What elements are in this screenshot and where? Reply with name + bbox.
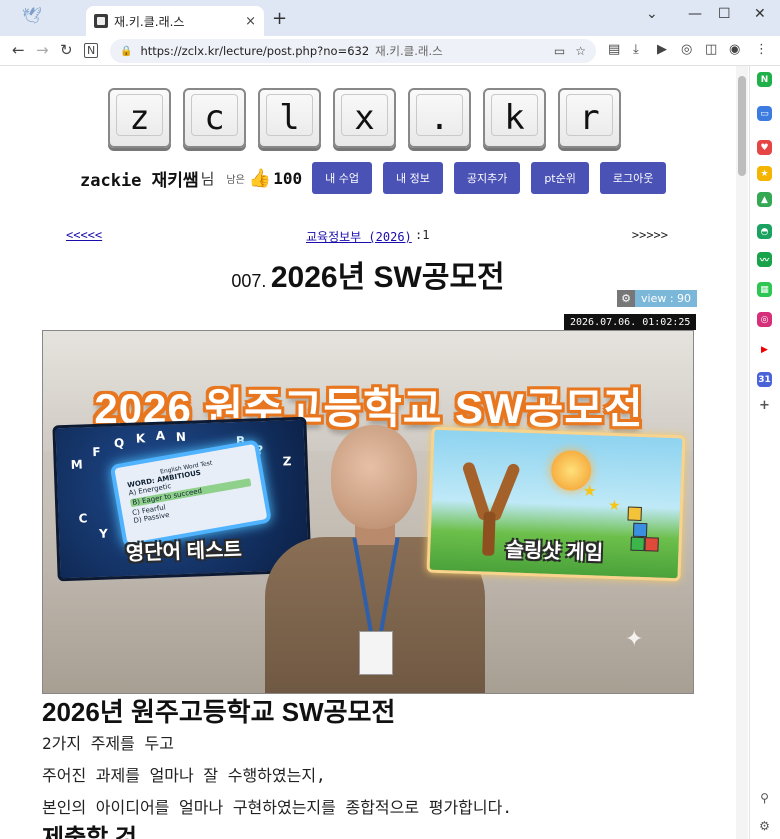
logo-key: c [183,88,246,148]
tab-search-icon[interactable]: ⌄ [646,6,658,22]
add-icon[interactable]: + [757,398,772,413]
chat-icon[interactable]: ▦ [757,282,772,297]
article-line: 주어진 과제를 얼마나 잘 수행하였는지, [42,766,326,785]
side-panel: N ▭ ♥ ★ ▲ ◓ 〰 ▦ ◎ ▶ 31 + ⚲ ⚙ [749,66,780,839]
site-logo-keys[interactable]: zclx.kr [108,88,621,148]
add-notice-button[interactable]: 공지추가 [453,162,521,194]
split-view-icon[interactable]: ◫ [705,42,717,57]
nav-buttons: 내 수업 내 정보 공지추가 pt순위 로그아웃 [312,162,667,194]
new-tab-button[interactable]: + [272,8,287,29]
view-count-badge: ⚙ view : 90 [617,290,698,307]
prev-post-link[interactable]: <<<<< [66,228,102,242]
reload-icon[interactable]: ↻ [60,41,73,59]
user-name: zackie 재키쌤 [80,170,199,191]
id-card-shape [359,631,393,675]
category-link[interactable]: 교육정보부 (2026) [306,228,412,245]
category-index: :1 [415,228,430,242]
logo-key: z [108,88,171,148]
url-site-label: 재.키.클.래.스 [375,44,443,58]
logo-key: x [333,88,396,148]
calendar-icon[interactable]: 31 [757,372,772,387]
block-shape [627,506,642,521]
browser-tab-bar: 🕊 재.키.클.래.스 × + ⌄ — ☐ ✕ [0,0,780,36]
page-scrollbar[interactable] [736,66,748,839]
letter-decor: Q [113,435,125,451]
article-heading: 2026년 원주고등학교 SW공모전 [42,697,396,727]
letter-decor: K [135,431,146,446]
post-title-text: 2026년 SW공모전 [270,261,505,294]
settings-icon[interactable]: ⚙ [757,818,772,833]
head-shape [331,425,417,529]
menu-icon[interactable]: ⋮ [755,42,768,57]
tab-title: 재.키.클.래.스 [114,14,185,29]
thumbs-up-icon: 👍 [248,167,272,189]
article-line: 2가지 주제를 두고 [42,734,174,753]
video-icon[interactable]: ▶ [657,42,667,57]
letter-decor: C [78,511,88,526]
user-suffix: 님 [200,169,215,188]
favorites-icon[interactable]: ★ [757,166,772,181]
user-bar: zackie 재키쌤 님 남은 👍 100 내 수업 내 정보 공지추가 pt순… [80,162,667,194]
logo-key: k [483,88,546,148]
url-text: https://zclx.kr/lecture/post.php?no=632 [140,44,370,58]
view-count: view : 90 [635,290,698,307]
block-shape [632,522,648,538]
download-icon[interactable]: ⤓ [633,42,639,57]
article-line: 본인의 아이디어를 얼마나 구현하였는지를 종합적으로 평가합니다. [42,798,512,817]
pt-ranking-button[interactable]: pt순위 [531,162,589,194]
close-window-icon[interactable]: ✕ [754,6,766,22]
sparkle-icon: ✦ [625,627,644,652]
stock-icon[interactable]: 〰 [757,252,772,267]
post-number: 007. [231,271,267,291]
post-pager: <<<<< 교육정보부 (2026) :1 >>>>> [66,228,668,246]
browser-toolbar: ← → ↻ N 🔒 https://zclx.kr/lecture/post.p… [0,36,780,66]
close-tab-icon[interactable]: × [245,14,256,29]
lock-icon: 🔒 [120,45,133,57]
star-icon: ★ [607,497,621,515]
minimize-icon[interactable]: — [688,6,702,22]
instagram-icon[interactable]: ◎ [757,312,772,327]
user-points: 100 [273,168,303,188]
profile-icon[interactable]: ◉ [729,42,740,57]
my-info-button[interactable]: 내 정보 [382,162,443,194]
logo-key: r [558,88,621,148]
letter-decor: M [70,457,83,472]
scrollbar-thumb[interactable] [738,76,746,176]
reading-list-icon[interactable]: ▤ [608,42,620,57]
address-bar[interactable]: 🔒 https://zclx.kr/lecture/post.php?no=63… [110,39,596,63]
twitter-bird-icon: 🕊 [22,6,43,25]
next-post-link[interactable]: >>>>> [632,228,668,242]
gear-icon[interactable]: ⚙ [617,290,635,307]
letter-decor: A [155,428,166,443]
screenshot-icon[interactable]: ◎ [681,42,692,57]
site-favicon-icon [94,14,108,28]
maximize-icon[interactable]: ☐ [718,6,731,22]
cast-icon[interactable]: ▭ [554,44,565,58]
star-icon: ★ [582,480,598,501]
reader-icon[interactable]: N [84,43,99,58]
wallet-icon[interactable]: ◓ [757,224,772,239]
calendar-app-icon[interactable]: ▭ [757,106,772,121]
letter-decor: F [92,444,101,460]
browser-tab[interactable]: 재.키.클.래.스 × [86,6,264,36]
post-date: 2026.07.06. 01:02:25 [564,314,697,330]
pin-icon[interactable]: ⚲ [757,790,772,805]
logo-key: . [408,88,471,148]
bookmark-star-icon[interactable]: ☆ [575,44,586,58]
article-subheading: 제출할 것 [42,825,137,839]
letter-decor: N [175,429,187,445]
my-class-button[interactable]: 내 수업 [312,162,372,194]
drive-icon[interactable]: ▲ [757,192,772,207]
slingshot-game-panel: ★ ★ 슬링샷 게임 [426,426,686,582]
logo-key: l [258,88,321,148]
forward-icon[interactable]: → [36,41,49,59]
back-icon[interactable]: ← [12,41,25,59]
naver-icon[interactable]: N [757,72,772,87]
logout-button[interactable]: 로그아웃 [599,162,667,194]
page-content: zclx.kr zackie 재키쌤 님 남은 👍 100 내 수업 내 정보 … [0,66,736,839]
pocket-icon[interactable]: ♥ [757,140,772,155]
hero-image: 2026 원주고등학교 SW공모전 M F Q K A N B Z C Y ? … [42,330,694,694]
youtube-icon[interactable]: ▶ [757,342,772,357]
remaining-label: 남은 [226,174,245,186]
